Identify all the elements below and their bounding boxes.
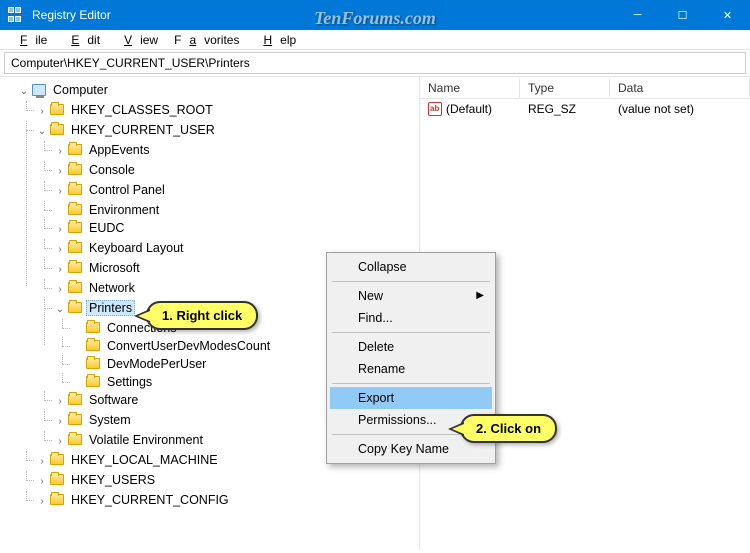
tree-node[interactable]: Environment — [86, 202, 162, 218]
computer-icon — [32, 84, 46, 96]
value-data: (value not set) — [610, 100, 750, 118]
folder-icon — [68, 262, 82, 273]
expander-icon[interactable]: › — [54, 183, 66, 201]
folder-icon — [68, 434, 82, 445]
expander-icon[interactable]: › — [36, 473, 48, 491]
folder-icon — [50, 454, 64, 465]
folder-icon — [86, 322, 100, 333]
callout-2: 2. Click on — [460, 414, 557, 443]
folder-icon — [68, 144, 82, 155]
tree-node-hklm[interactable]: HKEY_LOCAL_MACHINE — [68, 452, 221, 468]
tree-node-printers[interactable]: Printers — [86, 300, 135, 316]
tree-node-computer[interactable]: Computer — [50, 82, 111, 98]
tree-node-hkcc[interactable]: HKEY_CURRENT_CONFIG — [68, 492, 232, 508]
reg-sz-icon — [428, 102, 442, 116]
folder-icon — [86, 358, 100, 369]
address-bar[interactable]: Computer\HKEY_CURRENT_USER\Printers — [4, 52, 746, 74]
callout-1: 1. Right click — [146, 301, 258, 330]
folder-icon — [86, 340, 100, 351]
expander-icon[interactable]: › — [54, 281, 66, 299]
tree-node[interactable]: Network — [86, 280, 138, 296]
folder-icon — [68, 242, 82, 253]
title-bar: Registry Editor ─ ☐ ✕ — [0, 0, 750, 30]
tree-node-hkcu[interactable]: HKEY_CURRENT_USER — [68, 122, 218, 138]
list-row[interactable]: (Default) REG_SZ (value not set) — [420, 99, 750, 119]
tree-node[interactable]: Control Panel — [86, 182, 168, 198]
expander-icon[interactable]: ⌄ — [18, 83, 30, 101]
expander-icon[interactable]: › — [54, 241, 66, 259]
folder-icon — [50, 124, 64, 135]
tree-node[interactable]: ConvertUserDevModesCount — [104, 338, 273, 354]
folder-icon — [68, 164, 82, 175]
menu-view[interactable]: View — [108, 32, 166, 48]
menu-collapse[interactable]: Collapse — [330, 256, 492, 278]
expander-icon[interactable]: › — [36, 493, 48, 511]
tree-node[interactable]: Console — [86, 162, 138, 178]
menu-file[interactable]: File — [4, 32, 55, 48]
folder-icon — [68, 204, 82, 215]
value-type: REG_SZ — [520, 100, 610, 118]
folder-icon — [68, 282, 82, 293]
menu-separator — [332, 332, 490, 333]
tree-node[interactable]: Software — [86, 392, 141, 408]
tree-node[interactable]: System — [86, 412, 134, 428]
folder-icon — [68, 302, 82, 313]
tree-node-hku[interactable]: HKEY_USERS — [68, 472, 158, 488]
value-name: (Default) — [446, 102, 492, 116]
menu-new[interactable]: New▶ — [330, 285, 492, 307]
maximize-button[interactable]: ☐ — [660, 0, 705, 30]
menu-favorites[interactable]: Favorites — [166, 32, 247, 48]
tree-node[interactable]: Settings — [104, 374, 155, 390]
expander-icon[interactable]: ⌄ — [36, 123, 48, 141]
menu-separator — [332, 281, 490, 282]
tree-node[interactable]: EUDC — [86, 220, 127, 236]
col-type[interactable]: Type — [520, 79, 610, 97]
expander-icon[interactable]: › — [54, 163, 66, 181]
address-path: Computer\HKEY_CURRENT_USER\Printers — [11, 56, 250, 70]
menu-find[interactable]: Find... — [330, 307, 492, 329]
folder-icon — [68, 184, 82, 195]
menu-edit[interactable]: Edit — [55, 32, 108, 48]
folder-icon — [86, 376, 100, 387]
tree-node[interactable]: Keyboard Layout — [86, 240, 187, 256]
col-data[interactable]: Data — [610, 79, 750, 97]
menu-delete[interactable]: Delete — [330, 336, 492, 358]
close-button[interactable]: ✕ — [705, 0, 750, 30]
folder-icon — [50, 104, 64, 115]
expander-icon[interactable]: › — [54, 413, 66, 431]
expander-icon[interactable]: › — [36, 103, 48, 121]
tree-node-hkcr[interactable]: HKEY_CLASSES_ROOT — [68, 102, 216, 118]
submenu-arrow-icon: ▶ — [476, 290, 484, 301]
expander-icon[interactable]: › — [54, 393, 66, 411]
menu-help[interactable]: Help — [247, 32, 304, 48]
expander-icon[interactable]: › — [54, 261, 66, 279]
list-header: Name Type Data — [420, 77, 750, 99]
tree-node[interactable]: DevModePerUser — [104, 356, 209, 372]
expander-icon[interactable]: › — [54, 143, 66, 161]
minimize-button[interactable]: ─ — [615, 0, 660, 30]
col-name[interactable]: Name — [420, 79, 520, 97]
menu-rename[interactable]: Rename — [330, 358, 492, 380]
menu-export[interactable]: Export — [330, 387, 492, 409]
expander-icon[interactable]: › — [54, 221, 66, 239]
expander-icon[interactable]: › — [36, 453, 48, 471]
expander-icon[interactable]: › — [54, 433, 66, 451]
folder-icon — [68, 414, 82, 425]
tree-node[interactable]: AppEvents — [86, 142, 152, 158]
folder-icon — [68, 394, 82, 405]
menu-separator — [332, 383, 490, 384]
menu-bar: File Edit View Favorites Help — [0, 30, 750, 50]
folder-icon — [50, 494, 64, 505]
folder-icon — [50, 474, 64, 485]
app-icon — [8, 7, 24, 23]
expander-icon[interactable]: ⌄ — [54, 301, 66, 319]
tree-node[interactable]: Microsoft — [86, 260, 143, 276]
window-title: Registry Editor — [32, 8, 615, 22]
tree-node[interactable]: Volatile Environment — [86, 432, 206, 448]
folder-icon — [68, 222, 82, 233]
